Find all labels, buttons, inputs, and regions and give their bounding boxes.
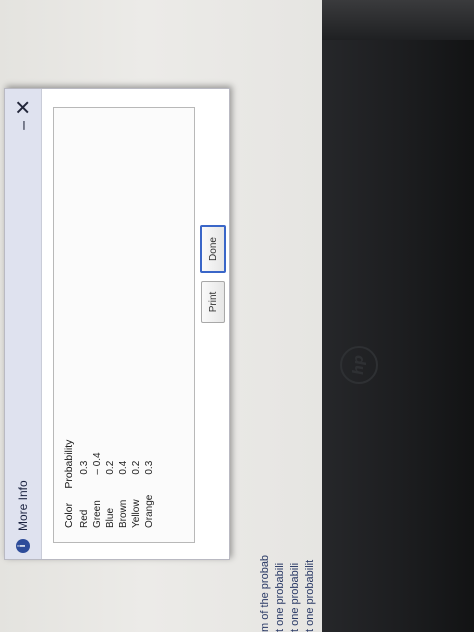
table-row: Green – 0.4	[91, 434, 104, 528]
hp-logo: hp	[340, 346, 378, 384]
table-row: Red 0.3	[78, 434, 91, 528]
probability-cell: 0.4	[118, 460, 129, 475]
monitor-bezel	[322, 0, 474, 632]
color-cell: Green	[92, 500, 103, 528]
color-cell: Red	[79, 509, 90, 528]
probability-cell: 0.2	[105, 460, 116, 475]
color-cell: Blue	[105, 507, 116, 528]
monitor-bezel-top	[322, 0, 474, 40]
table-row: Yellow 0.2	[130, 434, 143, 528]
probability-cell: 0.3	[144, 460, 155, 475]
done-button[interactable]: Done	[200, 225, 226, 273]
dialog-title: More Info	[16, 480, 30, 531]
column-header-probability: Probability	[63, 439, 75, 489]
rotated-screen-content: t one probabilit t one probabili t one p…	[0, 0, 322, 632]
table-header-row: Color Probability	[62, 434, 78, 528]
dialog-titlebar[interactable]: i More Info – ✕	[5, 89, 42, 559]
minimize-button[interactable]: –	[15, 121, 33, 130]
probability-table-box: Color Probability Red 0.3 Green – 0.4 Blue 0.…	[53, 107, 195, 543]
background-question-line: m of the probab	[259, 554, 271, 632]
background-question-line: t one probabilit	[304, 559, 316, 632]
probability-table: Color Probability Red 0.3 Green – 0.4 Blue 0.…	[62, 434, 156, 528]
print-button[interactable]: Print	[201, 281, 225, 323]
background-question-line: t one probabili	[289, 562, 301, 632]
close-button[interactable]: ✕	[11, 99, 35, 116]
background-question-line: t one probabili	[274, 562, 286, 632]
more-info-dialog: i More Info – ✕ Color Probability Red 0.3…	[4, 88, 230, 560]
column-header-color: Color	[63, 502, 75, 528]
table-row: Blue 0.2	[104, 434, 117, 528]
color-cell: Yellow	[131, 499, 142, 528]
probability-cell: – 0.4	[92, 452, 103, 475]
table-row: Brown 0.4	[117, 434, 130, 528]
color-cell: Orange	[144, 494, 155, 528]
info-icon: i	[16, 539, 30, 553]
color-cell: Brown	[118, 499, 129, 528]
probability-cell: 0.3	[79, 460, 90, 475]
probability-cell: 0.2	[131, 460, 142, 475]
table-row: Orange 0.3	[143, 434, 156, 528]
